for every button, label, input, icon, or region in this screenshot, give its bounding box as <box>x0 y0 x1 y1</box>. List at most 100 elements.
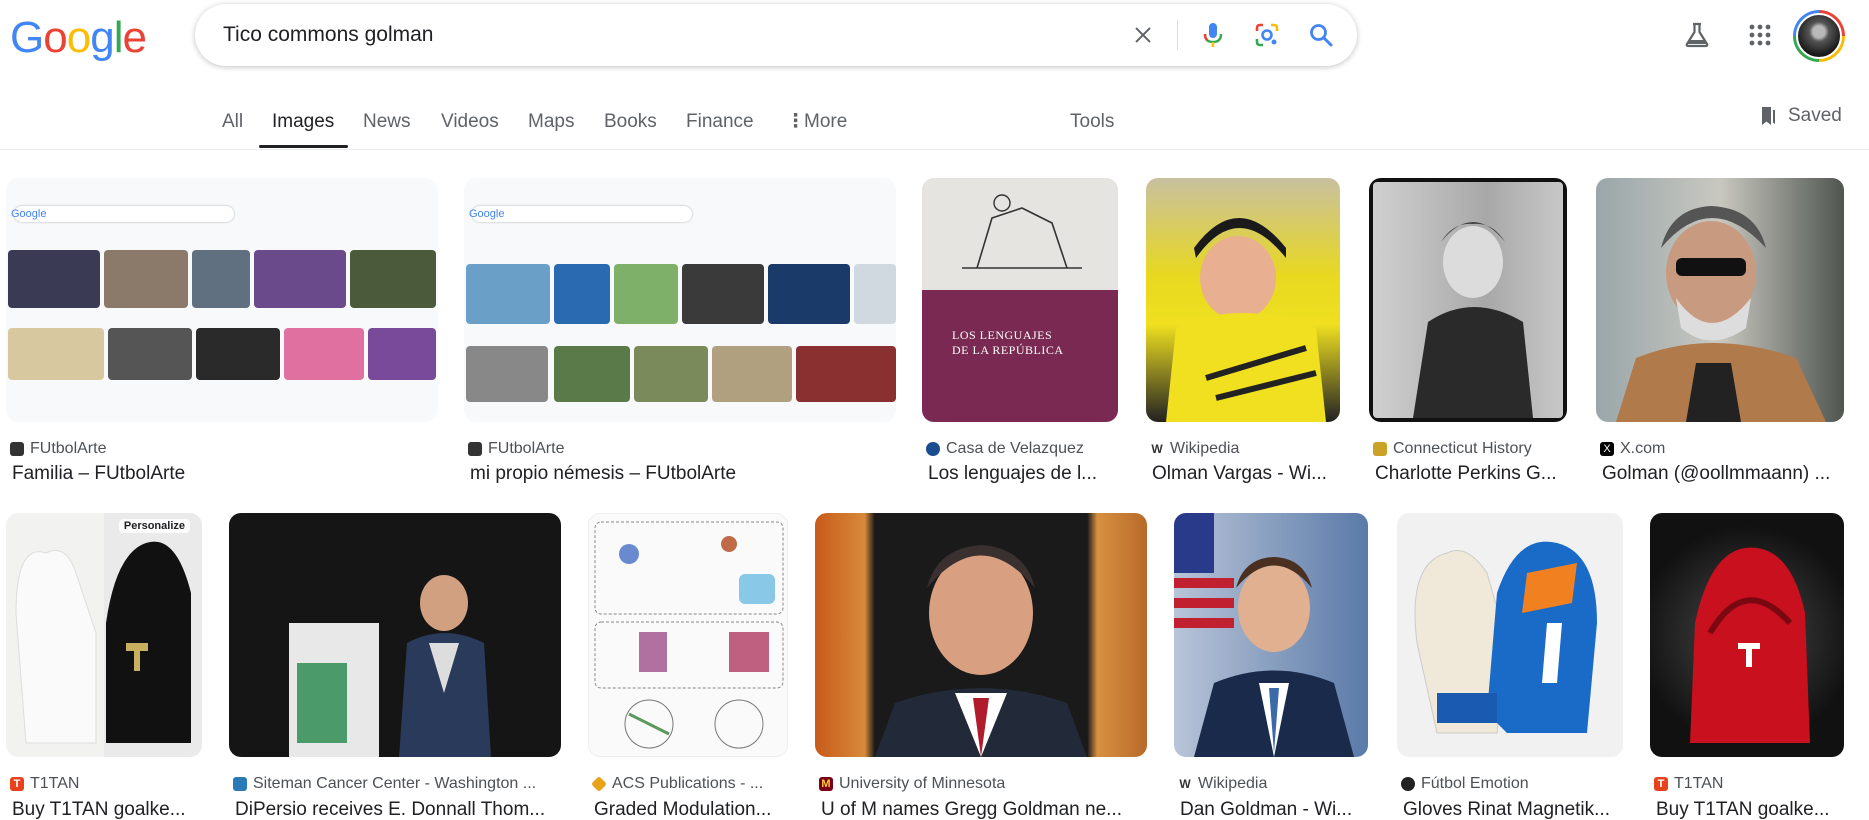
image-result-card[interactable]: M University of Minnesota U of M names Gr… <box>815 513 1147 820</box>
favicon-icon <box>1373 442 1387 456</box>
result-thumbnail[interactable]: Google <box>6 178 438 422</box>
result-title[interactable]: Golman (@oollmmaann) ... <box>1602 463 1842 485</box>
result-title[interactable]: Graded Modulation... <box>594 799 788 820</box>
image-result-card[interactable]: X X.com Golman (@oollmmaann) ... <box>1596 178 1844 488</box>
tools-button[interactable]: Tools <box>1070 95 1114 147</box>
result-source[interactable]: T T1TAN <box>10 775 200 793</box>
search-box <box>195 4 1357 66</box>
tab-news[interactable]: News <box>363 95 411 147</box>
goalkeeper-gloves-image <box>1414 541 1597 734</box>
result-title[interactable]: Olman Vargas - Wi... <box>1152 463 1342 485</box>
tab-videos[interactable]: Videos <box>441 95 499 147</box>
search-input[interactable] <box>223 4 1123 66</box>
result-thumbnail[interactable] <box>588 513 788 757</box>
x-logo-icon: X <box>1600 442 1614 456</box>
result-title[interactable]: mi propio némesis – FUtbolArte <box>470 463 890 485</box>
tab-images[interactable]: Images <box>272 95 334 147</box>
source-name: Connecticut History <box>1393 440 1532 457</box>
result-source[interactable]: Connecticut History <box>1373 440 1567 458</box>
image-result-card[interactable]: LOS LENGUAJES DE LA REPÚBLICA Casa de Ve… <box>922 178 1118 488</box>
result-source[interactable]: FUtbolArte <box>10 440 430 458</box>
image-result-card[interactable]: T T1TAN Buy T1TAN goalke... <box>1650 513 1844 820</box>
personalize-badge[interactable]: Personalize <box>118 519 190 533</box>
result-title[interactable]: Gloves Rinat Magnetik... <box>1403 799 1623 820</box>
result-thumbnail[interactable] <box>1397 513 1623 757</box>
avatar-image <box>1796 13 1842 59</box>
result-source[interactable]: ACS Publications - ... <box>592 775 786 793</box>
result-source[interactable]: FUtbolArte <box>468 440 888 458</box>
tab-books[interactable]: Books <box>604 95 657 147</box>
result-title[interactable]: Buy T1TAN goalke... <box>1656 799 1846 820</box>
tab-more[interactable]: ⋮More <box>786 95 847 147</box>
active-tab-indicator <box>259 145 348 148</box>
search-icon[interactable] <box>1303 17 1339 53</box>
t1tan-icon: T <box>10 777 24 791</box>
labs-flask-icon[interactable] <box>1680 18 1714 52</box>
result-title[interactable]: Charlotte Perkins G... <box>1375 463 1569 485</box>
result-title[interactable]: Los lenguajes de l... <box>928 463 1118 485</box>
umn-icon: M <box>819 777 833 791</box>
book-title-line: DE LA REPÚBLICA <box>952 343 1064 357</box>
source-name: T1TAN <box>30 775 80 792</box>
logo-letter: e <box>122 13 147 62</box>
favicon-icon <box>233 777 247 791</box>
image-result-card[interactable]: Siteman Cancer Center - Washington ... D… <box>229 513 561 820</box>
result-thumbnail[interactable]: Personalize <box>6 513 202 757</box>
result-title[interactable]: DiPersio receives E. Donnall Thom... <box>235 799 561 820</box>
google-logo[interactable]: Google <box>10 13 147 63</box>
result-source[interactable]: W Wikipedia <box>1178 775 1368 793</box>
google-lens-icon[interactable] <box>1249 17 1285 53</box>
wikipedia-icon: W <box>1150 442 1164 456</box>
result-thumbnail[interactable]: LOS LENGUAJES DE LA REPÚBLICA <box>922 178 1118 422</box>
result-source[interactable]: X X.com <box>1600 440 1840 458</box>
image-result-card[interactable]: Fútbol Emotion Gloves Rinat Magnetik... <box>1397 513 1623 820</box>
source-name: FUtbolArte <box>488 440 565 457</box>
result-title[interactable]: Familia – FUtbolArte <box>12 463 432 485</box>
photo-placeholder <box>1616 206 1826 422</box>
image-result-card[interactable]: ACS Publications - ... Graded Modulation… <box>588 513 788 820</box>
result-source[interactable]: Casa de Velazquez <box>926 440 1116 458</box>
image-result-card[interactable]: Connecticut History Charlotte Perkins G.… <box>1369 178 1567 488</box>
image-result-card[interactable]: W Wikipedia Dan Goldman - Wi... <box>1174 513 1368 820</box>
result-thumbnail[interactable] <box>1596 178 1844 422</box>
result-title[interactable]: U of M names Gregg Goldman ne... <box>821 799 1147 820</box>
image-result-card[interactable]: W Wikipedia Olman Vargas - Wi... <box>1146 178 1340 488</box>
result-title[interactable]: Buy T1TAN goalke... <box>12 799 202 820</box>
result-thumbnail[interactable] <box>1650 513 1844 757</box>
result-thumbnail[interactable] <box>1146 178 1340 422</box>
result-source[interactable]: Siteman Cancer Center - Washington ... <box>233 775 559 793</box>
source-name: X.com <box>1620 440 1666 457</box>
photo-placeholder <box>1373 182 1563 418</box>
tab-finance[interactable]: Finance <box>686 95 754 147</box>
google-apps-icon[interactable] <box>1743 18 1777 52</box>
favicon-icon <box>1401 777 1415 791</box>
image-result-card[interactable]: Personalize T T1TAN Buy T1TAN goalke... <box>6 513 202 820</box>
clear-icon[interactable] <box>1125 17 1161 53</box>
microphone-icon[interactable] <box>1195 17 1231 53</box>
result-thumbnail[interactable] <box>229 513 561 757</box>
saved-button[interactable]: Saved <box>1758 105 1842 127</box>
result-source[interactable]: M University of Minnesota <box>819 775 1145 793</box>
result-thumbnail[interactable]: Google <box>464 178 896 422</box>
source-name: Wikipedia <box>1198 775 1268 792</box>
result-thumbnail[interactable] <box>1369 178 1567 422</box>
goalkeeper-gloves-image <box>15 541 191 744</box>
image-result-card[interactable]: Google FUtbolArte Familia – FUtbolArte <box>6 178 438 488</box>
account-avatar[interactable] <box>1793 10 1845 62</box>
image-result-card[interactable]: Google FUtbolArte mi propio némesis – FU… <box>464 178 896 488</box>
result-source[interactable]: W Wikipedia <box>1150 440 1340 458</box>
logo-letter: G <box>10 13 44 62</box>
bookmark-icon <box>1762 107 1775 125</box>
tab-all[interactable]: All <box>222 95 243 147</box>
book-title-line: LOS LENGUAJES <box>952 328 1053 342</box>
result-thumbnail[interactable] <box>1174 513 1368 757</box>
favicon-icon <box>468 442 482 456</box>
result-thumbnail[interactable] <box>815 513 1147 757</box>
favicon-icon <box>10 442 24 456</box>
tab-maps[interactable]: Maps <box>528 95 574 147</box>
source-name: Fútbol Emotion <box>1421 775 1529 792</box>
source-name: ACS Publications - ... <box>612 775 764 792</box>
result-source[interactable]: Fútbol Emotion <box>1401 775 1621 793</box>
result-source[interactable]: T T1TAN <box>1654 775 1844 793</box>
result-title[interactable]: Dan Goldman - Wi... <box>1180 799 1370 820</box>
